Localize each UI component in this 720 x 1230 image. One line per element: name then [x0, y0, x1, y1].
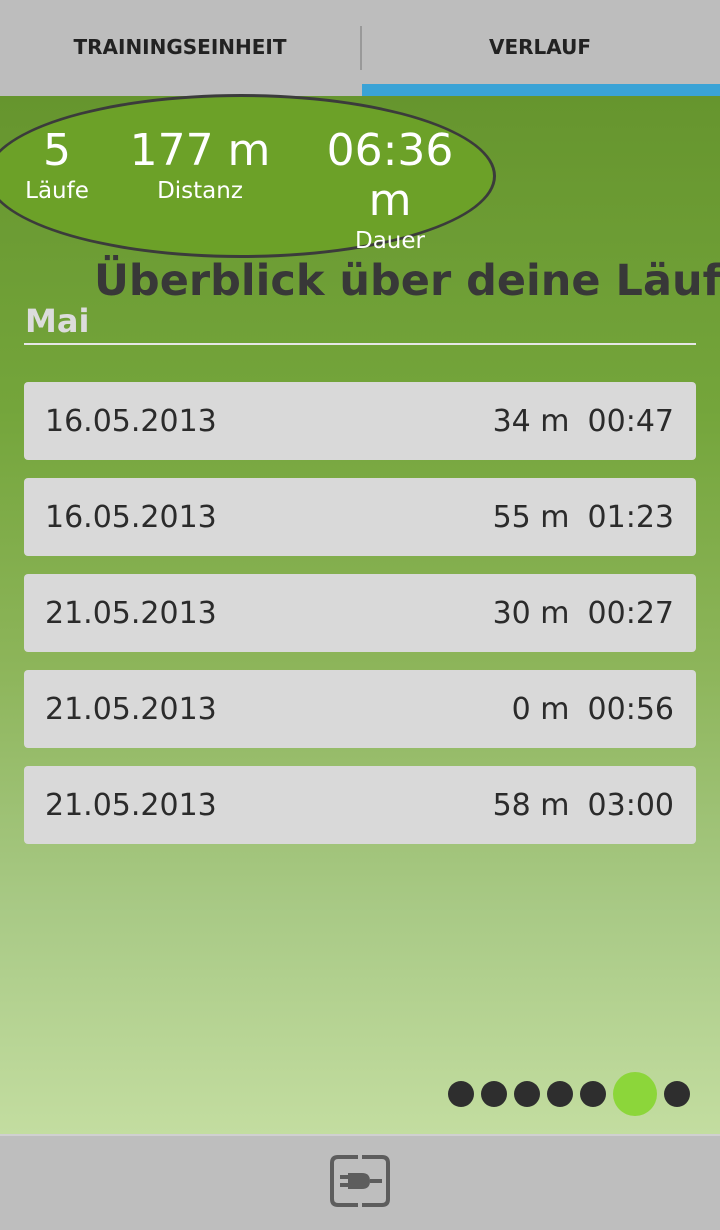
run-distance: 34 m: [492, 403, 570, 439]
stat-runs-label: Läufe: [25, 178, 89, 204]
run-time: 03:00: [587, 787, 674, 823]
run-distance: 55 m: [492, 499, 570, 535]
run-list: 16.05.2013 34 m 00:47 16.05.2013 55 m 01…: [24, 382, 696, 862]
connect-plug-icon[interactable]: [328, 1151, 392, 1216]
connect-plug-icon-svg: [330, 1154, 390, 1207]
run-distance: 58 m: [492, 787, 570, 823]
run-row[interactable]: 21.05.2013 30 m 00:27: [24, 574, 696, 652]
page-dot-active[interactable]: [613, 1072, 657, 1116]
run-date: 16.05.2013: [45, 499, 217, 535]
page-dot[interactable]: [481, 1081, 507, 1107]
run-date: 21.05.2013: [45, 595, 217, 631]
run-distance: 30 m: [492, 595, 570, 631]
run-date: 16.05.2013: [45, 403, 217, 439]
stat-distance-label: Distanz: [157, 178, 243, 204]
tab-bar: TRAININGSEINHEIT VERLAUF: [0, 0, 720, 96]
run-row[interactable]: 16.05.2013 34 m 00:47: [24, 382, 696, 460]
history-content: 5 Läufe 177 m Distanz 06:36 m Dauer Über…: [0, 94, 720, 1134]
run-row[interactable]: 21.05.2013 0 m 00:56: [24, 670, 696, 748]
overview-title: Überblick über deine Läufe: [94, 256, 720, 306]
page-indicator: [441, 1072, 690, 1116]
run-time: 00:27: [587, 595, 674, 631]
stat-runs: 5 Läufe: [12, 126, 102, 206]
page-dot[interactable]: [547, 1081, 573, 1107]
tab-trainingseinheit-label: TRAININGSEINHEIT: [73, 35, 287, 59]
tab-verlauf-label: VERLAUF: [488, 35, 592, 59]
run-time: 00:56: [587, 691, 674, 727]
stat-duration: 06:36 m Dauer: [300, 126, 480, 256]
page-dot[interactable]: [514, 1081, 540, 1107]
page-dot[interactable]: [448, 1081, 474, 1107]
page-dot[interactable]: [580, 1081, 606, 1107]
stat-duration-value: 06:36 m: [326, 125, 454, 226]
run-row[interactable]: 16.05.2013 55 m 01:23: [24, 478, 696, 556]
stat-distance: 177 m Distanz: [120, 126, 280, 206]
active-tab-indicator: [362, 84, 720, 96]
page-dot[interactable]: [664, 1081, 690, 1107]
run-time: 01:23: [587, 499, 674, 535]
bottom-bar: [0, 1134, 720, 1230]
stat-distance-value: 177 m: [129, 125, 271, 176]
month-header: Mai: [25, 302, 90, 340]
tab-trainingseinheit[interactable]: TRAININGSEINHEIT: [0, 0, 360, 96]
month-divider: [24, 343, 696, 345]
run-date: 21.05.2013: [45, 691, 217, 727]
run-row[interactable]: 21.05.2013 58 m 03:00: [24, 766, 696, 844]
run-date: 21.05.2013: [45, 787, 217, 823]
run-distance: 0 m: [511, 691, 570, 727]
tab-divider: [360, 26, 362, 70]
stat-runs-value: 5: [43, 125, 71, 176]
run-time: 00:47: [587, 403, 674, 439]
tab-verlauf[interactable]: VERLAUF: [360, 0, 720, 96]
stat-duration-label: Dauer: [355, 228, 425, 254]
